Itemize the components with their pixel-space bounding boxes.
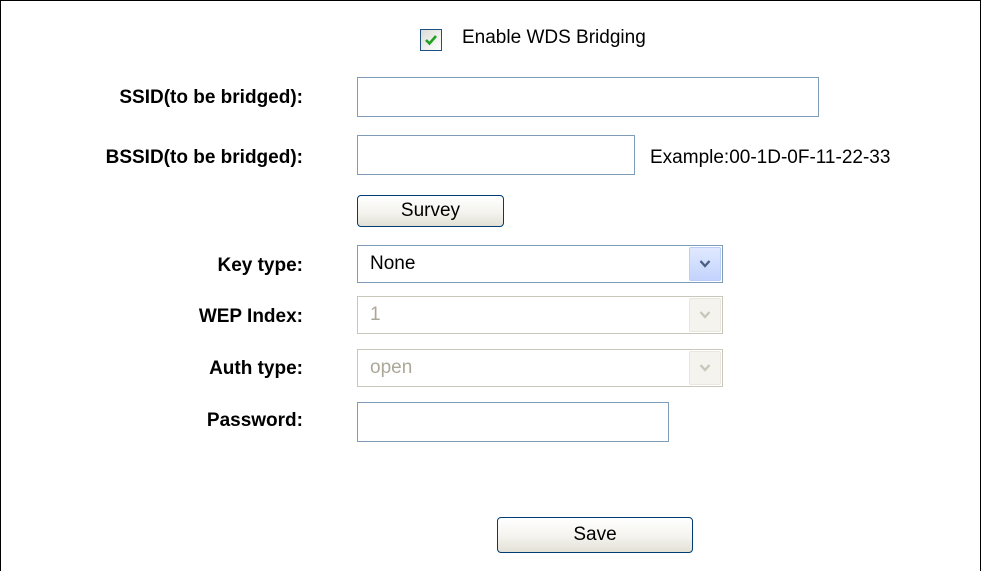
ssid-label: SSID(to be bridged): bbox=[119, 87, 303, 108]
wep-index-dropdown-button[interactable] bbox=[689, 298, 721, 332]
enable-wds-checkbox[interactable] bbox=[420, 29, 442, 51]
auth-type-label: Auth type: bbox=[209, 358, 303, 379]
ssid-input[interactable] bbox=[357, 77, 819, 117]
bssid-input[interactable] bbox=[357, 135, 635, 175]
wds-settings-panel: Enable WDS Bridging SSID(to be bridged):… bbox=[0, 0, 981, 571]
chevron-down-icon bbox=[699, 311, 711, 319]
enable-wds-label: Enable WDS Bridging bbox=[462, 27, 646, 48]
auth-type-dropdown-button[interactable] bbox=[689, 351, 721, 385]
key-type-select[interactable]: None bbox=[357, 245, 723, 283]
auth-type-select[interactable]: open bbox=[357, 349, 723, 387]
bssid-example-text: Example:00-1D-0F-11-22-33 bbox=[650, 147, 891, 168]
wep-index-select[interactable]: 1 bbox=[357, 296, 723, 334]
survey-button[interactable]: Survey bbox=[357, 195, 504, 227]
key-type-value: None bbox=[370, 253, 416, 274]
chevron-down-icon bbox=[699, 260, 711, 268]
wep-index-value: 1 bbox=[370, 304, 381, 325]
key-type-label: Key type: bbox=[217, 255, 303, 276]
wep-index-label: WEP Index: bbox=[198, 306, 303, 327]
password-label: Password: bbox=[206, 410, 303, 431]
auth-type-value: open bbox=[370, 357, 413, 378]
password-input[interactable] bbox=[357, 402, 669, 442]
save-button[interactable]: Save bbox=[497, 517, 693, 553]
chevron-down-icon bbox=[699, 364, 711, 372]
bssid-label: BSSID(to be bridged): bbox=[105, 147, 303, 168]
key-type-dropdown-button[interactable] bbox=[689, 247, 721, 281]
check-icon bbox=[425, 35, 437, 46]
